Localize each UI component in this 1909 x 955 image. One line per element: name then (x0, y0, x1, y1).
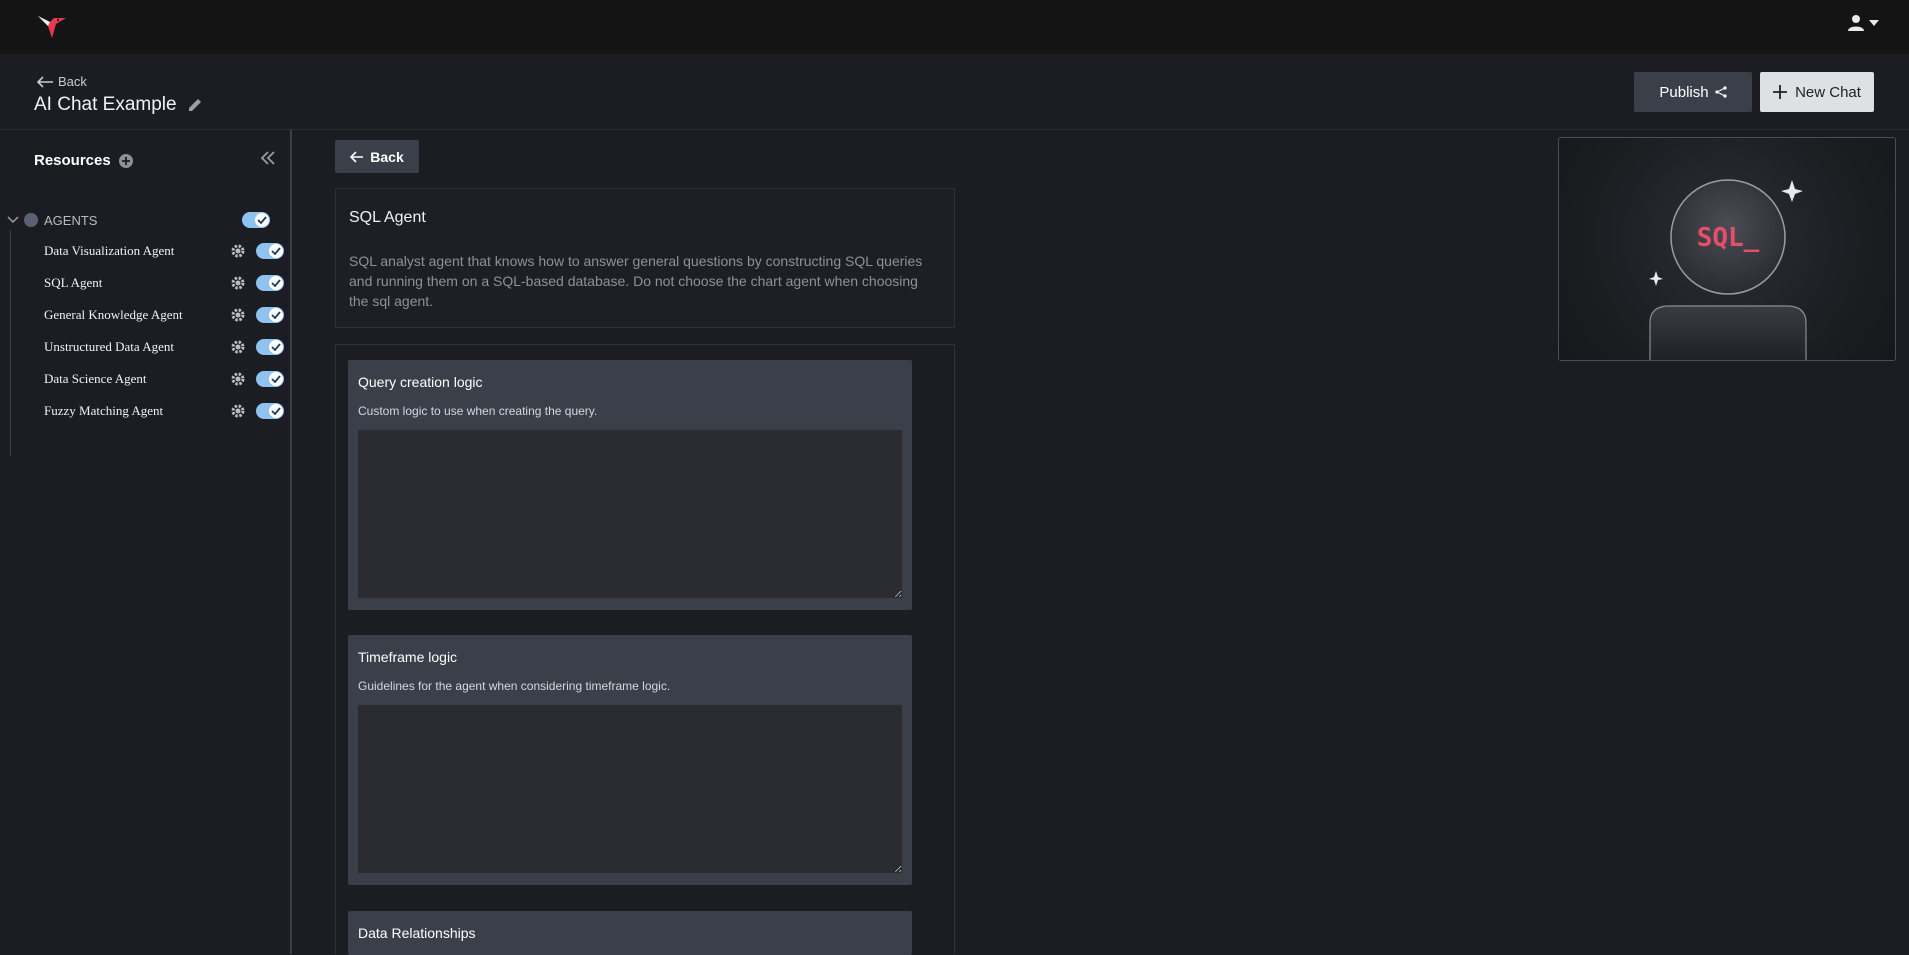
share-icon (1714, 86, 1727, 98)
agents-group-row[interactable]: AGENTS (6, 210, 282, 230)
agent-label: Fuzzy Matching Agent (44, 403, 164, 418)
agent-name: SQL Agent (349, 209, 426, 226)
new-chat-button[interactable]: New Chat (1760, 72, 1874, 112)
timeframe-logic-input[interactable] (358, 705, 902, 873)
sidebar-item-fuzzy-matching-agent[interactable]: Fuzzy Matching Agent (44, 400, 284, 422)
chat-title-text: AI Chat Example (34, 94, 177, 115)
setting-description: Custom logic to use when creating the qu… (358, 404, 598, 418)
agent-toggle[interactable] (256, 339, 284, 355)
plus-icon (1773, 85, 1788, 99)
header-back-link[interactable]: Back (36, 74, 87, 89)
sql-agent-avatar: SQL_ (1649, 179, 1807, 360)
collapse-sidebar-button[interactable] (260, 150, 276, 171)
publish-button[interactable]: Publish (1634, 72, 1752, 112)
agents-group-icon (24, 213, 38, 227)
pencil-edit-icon[interactable] (187, 97, 203, 113)
caret-down-icon (1869, 20, 1879, 26)
gear-icon[interactable] (230, 339, 246, 355)
sidebar-item-data-visualization-agent[interactable]: Data Visualization Agent (44, 240, 284, 262)
chat-header: Back AI Chat Example Publish New Chat (0, 54, 1909, 130)
setting-title: Query creation logic (358, 374, 483, 390)
setting-data-relationships: Data Relationships (348, 911, 912, 955)
setting-description: Guidelines for the agent when considerin… (358, 679, 671, 693)
new-chat-label: New Chat (1795, 83, 1861, 101)
setting-title: Data Relationships (358, 925, 476, 941)
agent-avatar-card: SQL_ (1558, 137, 1896, 361)
gear-icon[interactable] (230, 307, 246, 323)
resources-sidebar: Resources AGENTS Data Visualization Agen… (0, 130, 292, 954)
agents-group-toggle[interactable] (242, 212, 270, 228)
top-navbar (0, 0, 1909, 54)
agent-info-card: SQL Agent SQL analyst agent that knows h… (335, 188, 955, 328)
gear-icon[interactable] (230, 371, 246, 387)
tree-line (10, 230, 11, 456)
sparkle-icon (1781, 180, 1803, 202)
user-icon (1848, 15, 1864, 31)
setting-title: Timeframe logic (358, 649, 458, 665)
chevron-down-icon (7, 216, 19, 224)
agent-description: SQL analyst agent that knows how to answ… (349, 253, 923, 309)
sidebar-item-general-knowledge-agent[interactable]: General Knowledge Agent (44, 304, 284, 326)
double-chevron-left-icon (260, 151, 275, 165)
sql-badge-text: SQL_ (1697, 223, 1760, 253)
resources-heading: Resources (34, 152, 133, 169)
setting-timeframe-logic: Timeframe logic Guidelines for the agent… (348, 635, 912, 885)
sidebar-item-sql-agent[interactable]: SQL Agent (44, 272, 284, 294)
agents-group-label: AGENTS (44, 212, 98, 228)
gear-icon[interactable] (230, 275, 246, 291)
header-back-label: Back (58, 74, 87, 89)
add-resource-icon[interactable] (118, 153, 133, 168)
chat-title: AI Chat Example (34, 94, 203, 116)
agent-label: Data Science Agent (44, 371, 147, 386)
resources-title: Resources (34, 152, 111, 169)
gear-icon[interactable] (230, 403, 246, 419)
setting-query-creation-logic: Query creation logic Custom logic to use… (348, 360, 912, 610)
agent-toggle[interactable] (256, 307, 284, 323)
sidebar-item-data-science-agent[interactable]: Data Science Agent (44, 368, 284, 390)
agent-toggle[interactable] (256, 403, 284, 419)
agent-label: SQL Agent (44, 275, 103, 290)
agent-label: General Knowledge Agent (44, 307, 183, 322)
agent-label: Unstructured Data Agent (44, 339, 174, 354)
agent-label: Data Visualization Agent (44, 243, 175, 258)
sidebar-item-unstructured-data-agent[interactable]: Unstructured Data Agent (44, 336, 284, 358)
arrow-left-icon (350, 150, 364, 163)
sparkle-icon (1649, 271, 1663, 286)
agent-back-label: Back (370, 148, 404, 165)
arrow-left-icon (36, 75, 53, 88)
hummingbird-logo-icon[interactable] (36, 12, 68, 42)
toggle-check-icon (255, 213, 269, 227)
agent-toggle[interactable] (256, 243, 284, 259)
publish-label: Publish (1659, 83, 1709, 101)
agent-settings-panel: Query creation logic Custom logic to use… (335, 344, 955, 955)
query-creation-logic-input[interactable] (358, 430, 902, 598)
agent-toggle[interactable] (256, 275, 284, 291)
gear-icon[interactable] (230, 243, 246, 259)
user-menu[interactable] (1847, 14, 1879, 32)
agent-toggle[interactable] (256, 371, 284, 387)
agent-back-button[interactable]: Back (335, 140, 419, 173)
